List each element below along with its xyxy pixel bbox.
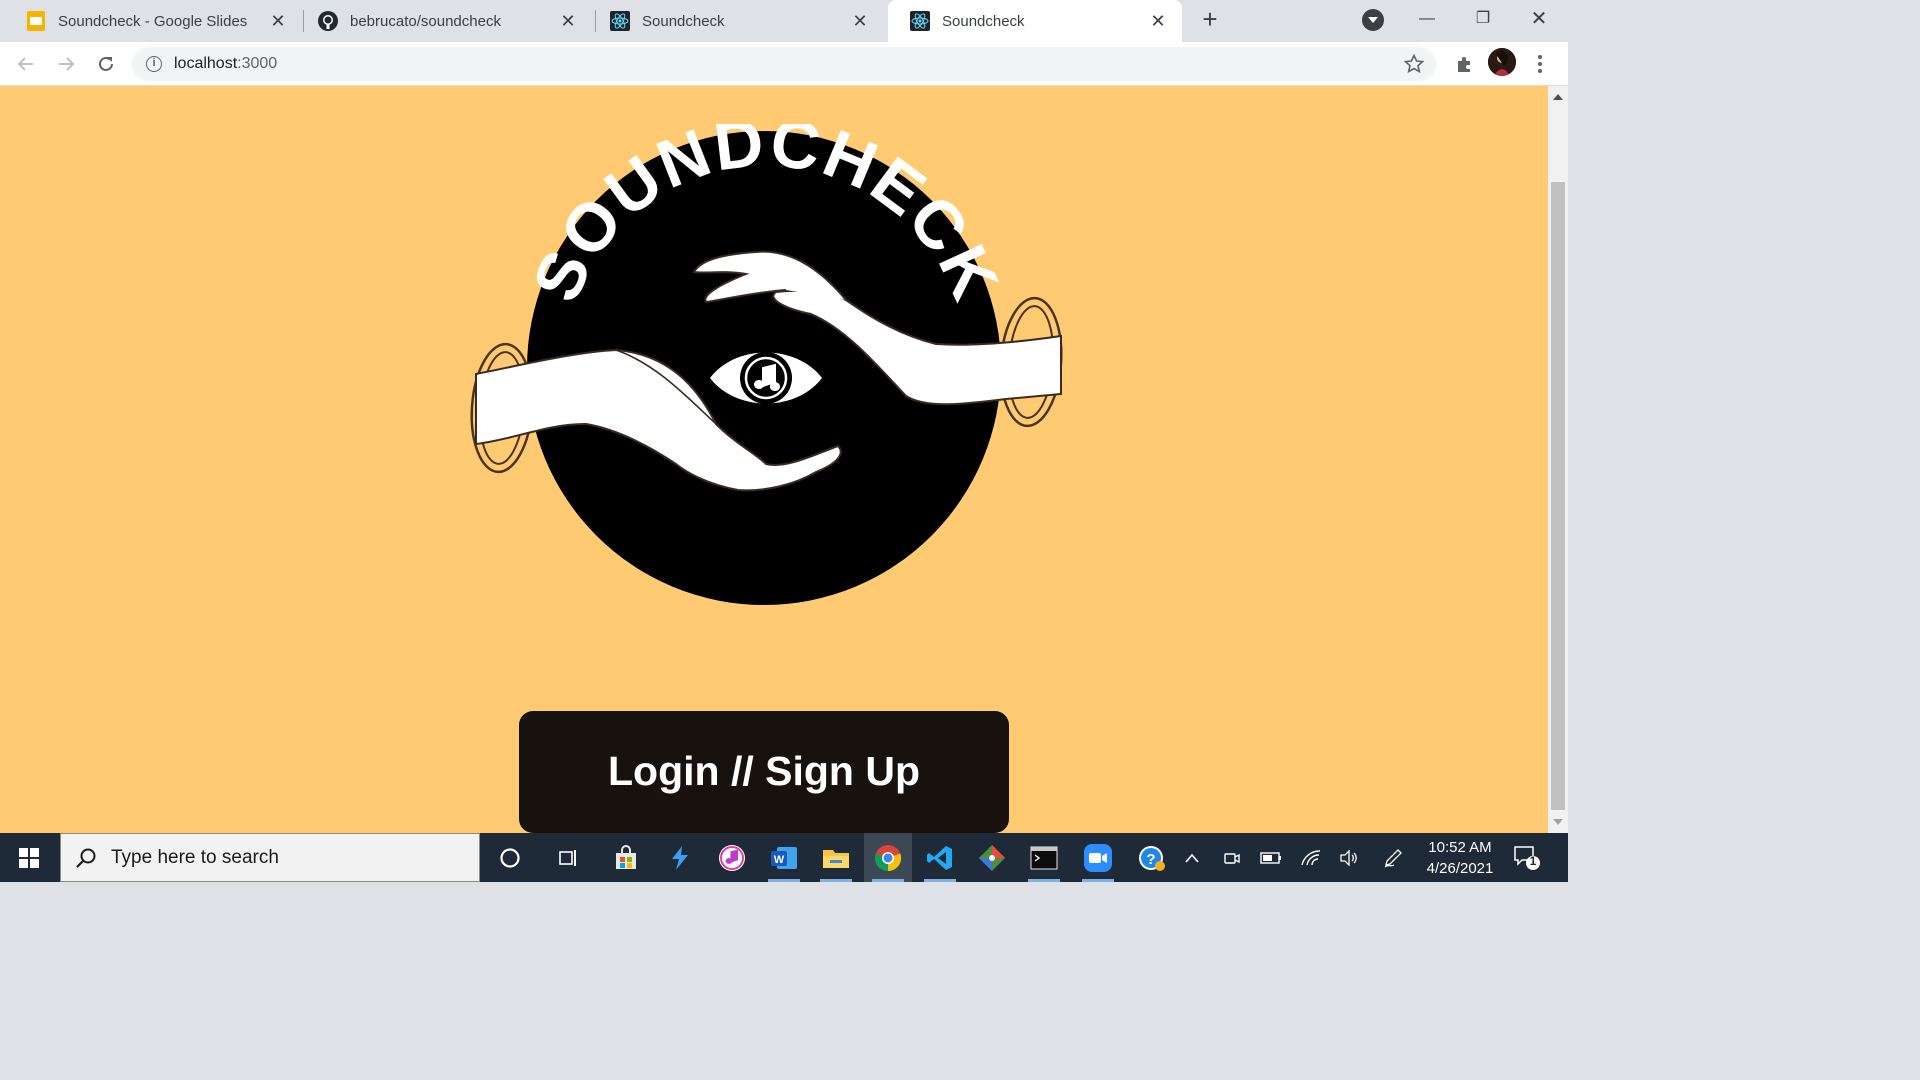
page-scrollbar[interactable] [1548,86,1568,833]
reload-icon[interactable] [92,50,120,78]
taskbar-search-input[interactable]: Type here to search [60,833,480,882]
back-icon[interactable] [12,50,40,78]
chrome-icon[interactable] [864,833,912,882]
forward-icon[interactable] [52,50,80,78]
meet-now-icon[interactable] [1218,833,1246,882]
close-tab-icon[interactable]: ✕ [558,11,578,32]
pen-workspace-icon[interactable] [1378,833,1408,882]
url-host: localhost [174,55,238,72]
microsoft-store-icon[interactable] [602,833,650,882]
soundcheck-logo: SOUNDCHECK [470,124,1063,605]
scroll-down-icon[interactable] [1553,819,1563,825]
tab-search-icon[interactable] [1362,9,1384,31]
search-icon [76,848,96,868]
file-explorer-icon[interactable] [812,833,860,882]
zoom-icon[interactable] [1074,833,1122,882]
extensions-icon[interactable] [1450,50,1478,78]
profile-avatar[interactable] [1488,48,1516,76]
close-tab-icon[interactable]: ✕ [850,11,870,32]
react-icon [910,11,930,31]
task-view-icon[interactable] [544,833,592,882]
restore-icon[interactable]: ❐ [1460,4,1506,34]
vscode-icon[interactable] [916,833,964,882]
battery-icon[interactable] [1256,833,1286,882]
svg-text:?: ? [1146,851,1155,868]
browser-menu-icon[interactable] [1530,50,1550,78]
terminal-icon[interactable] [1020,833,1068,882]
system-clock[interactable]: 10:52 AM 4/26/2021 [1418,837,1502,879]
tab-title: Soundcheck [942,12,1025,30]
scroll-up-icon[interactable] [1553,94,1563,100]
google-slides-icon [26,11,46,31]
tab-title: Soundcheck - Google Slides [58,12,248,30]
url-port: :3000 [237,55,278,72]
tab-strip: Soundcheck - Google Slides ✕ bebrucato/s… [0,0,1568,42]
react-icon [610,11,630,31]
scrollbar-thumb[interactable] [1551,182,1565,810]
volume-icon[interactable] [1334,833,1364,882]
tab-soundcheck-active[interactable]: Soundcheck ✕ [888,0,1182,42]
browser-toolbar: i localhost:3000 [0,42,1568,86]
notification-count: 1 [1529,854,1537,868]
action-center-icon[interactable]: 1 [1512,843,1540,871]
address-bar[interactable]: i localhost:3000 [132,47,1436,81]
help-icon[interactable]: ? [1128,833,1176,882]
close-window-icon[interactable]: ✕ [1516,4,1562,34]
git-kraken-icon[interactable] [968,833,1016,882]
tab-title: Soundcheck [642,12,725,30]
close-tab-icon[interactable]: ✕ [268,11,288,32]
bookmark-star-icon[interactable] [1400,50,1428,78]
clock-date: 4/26/2021 [1426,860,1494,877]
login-signup-button[interactable]: Login // Sign Up [519,711,1009,833]
wifi-icon[interactable] [1296,833,1326,882]
page-content: SOUNDCHECK Login // Sign Up [0,86,1548,833]
minimize-icon[interactable]: — [1404,4,1450,34]
site-info-icon[interactable]: i [146,56,162,72]
svg-text:W: W [774,854,785,866]
close-tab-icon[interactable]: ✕ [1148,11,1168,32]
tab-title: bebrucato/soundcheck [350,12,501,30]
word-icon[interactable]: W [760,833,808,882]
tab-soundcheck[interactable]: Soundcheck ✕ [588,0,884,42]
windows-taskbar: Type here to search W ? 10:52 AM 4/26/20… [0,833,1568,882]
power-automate-icon[interactable] [656,833,704,882]
windows-start-icon[interactable] [0,833,58,882]
new-tab-icon[interactable]: + [1196,6,1224,34]
cortana-icon[interactable] [486,833,534,882]
tab-google-slides[interactable]: Soundcheck - Google Slides ✕ [4,0,302,42]
show-hidden-icons-icon[interactable] [1178,833,1206,882]
github-icon [318,11,338,31]
search-placeholder: Type here to search [111,846,279,868]
itunes-icon[interactable] [708,833,756,882]
clock-time: 10:52 AM [1428,839,1492,856]
tab-github[interactable]: bebrucato/soundcheck ✕ [296,0,592,42]
